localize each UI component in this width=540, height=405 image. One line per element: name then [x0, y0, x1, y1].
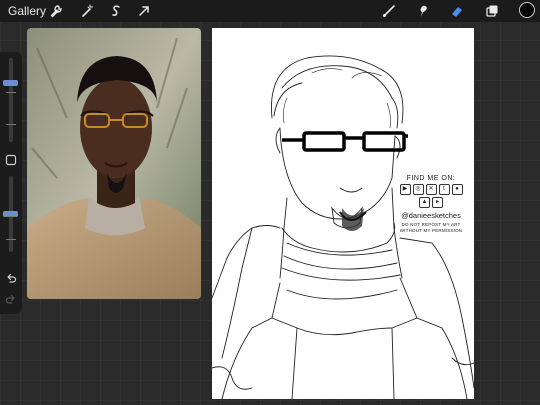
wrench-icon[interactable] [48, 3, 64, 19]
artist-watermark: FIND ME ON: ▶ ◎ ✕ t ● ▲ ▸ @danieesketche… [395, 175, 467, 233]
watermark-title: FIND ME ON: [406, 175, 456, 182]
slider-tick [6, 124, 16, 125]
artstation-icon: ▲ [419, 197, 430, 208]
gallery-button[interactable]: Gallery [8, 4, 46, 18]
opacity-slider[interactable] [3, 176, 18, 252]
selection-s-icon[interactable] [108, 3, 124, 19]
left-sidebar [0, 52, 22, 314]
reference-photo[interactable] [27, 28, 201, 299]
redo-icon[interactable] [4, 292, 18, 306]
square-modify-icon[interactable] [4, 153, 18, 167]
brush-icon[interactable] [381, 3, 397, 19]
repost-notice-line2: WITHOUT MY PERMISSION [399, 227, 463, 233]
social-icons-row: ▶ ◎ ✕ t ● ▲ ▸ [398, 184, 464, 208]
top-toolbar: Gallery [0, 0, 540, 22]
play-icon: ▸ [432, 197, 443, 208]
artist-handle: @danieesketches [401, 211, 461, 220]
brush-size-slider-thumb[interactable] [3, 80, 18, 86]
magic-wand-icon[interactable] [79, 3, 95, 19]
brush-size-slider[interactable] [3, 58, 18, 142]
eraser-icon[interactable] [449, 3, 465, 19]
transform-arrow-icon[interactable] [136, 3, 152, 19]
layers-icon[interactable] [484, 3, 500, 19]
tumblr-icon: t [438, 184, 450, 195]
reddit-icon: ● [451, 184, 463, 195]
undo-icon[interactable] [4, 271, 18, 285]
current-color-swatch[interactable] [519, 2, 535, 18]
smudge-icon[interactable] [415, 3, 431, 19]
repost-notice: DO NOT REPOST MY ART WITHOUT MY PERMISSI… [395, 222, 467, 233]
slider-tick [6, 92, 16, 93]
repost-notice-line1: DO NOT REPOST MY ART [401, 222, 461, 227]
x-icon: ✕ [425, 184, 437, 195]
youtube-icon: ▶ [399, 184, 411, 195]
instagram-icon: ◎ [412, 184, 424, 195]
slider-tick [6, 239, 16, 240]
slider-tick [6, 216, 16, 217]
